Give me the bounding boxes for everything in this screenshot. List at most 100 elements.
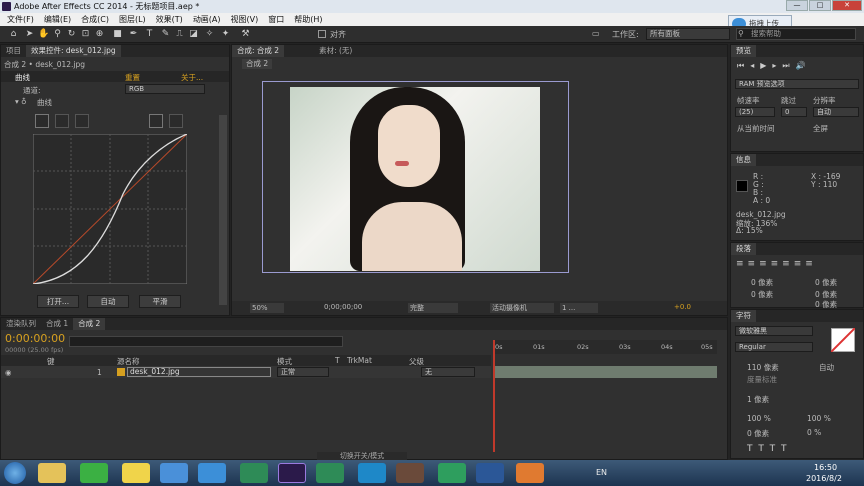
font-style-select[interactable]: Regular: [735, 342, 813, 352]
pin-tool-icon[interactable]: ⚒: [240, 29, 251, 40]
stroke-width[interactable]: 1 像素: [747, 394, 769, 405]
quality-select[interactable]: 完整: [408, 303, 458, 313]
menu-layer[interactable]: 图层(L): [114, 14, 151, 25]
tab-render-queue[interactable]: 渲染队列: [1, 318, 41, 330]
visibility-eye-icon[interactable]: ◉: [5, 368, 12, 377]
tab-composition[interactable]: 合成: 合成 2: [232, 45, 285, 57]
home-icon[interactable]: ⌂: [8, 29, 19, 40]
layer-name[interactable]: desk_012.jpg: [127, 367, 271, 377]
about-link[interactable]: 关于...: [181, 72, 203, 83]
camtasia-icon[interactable]: [240, 463, 268, 483]
framerate-select[interactable]: (25): [735, 107, 775, 117]
open-button[interactable]: 打开...: [37, 295, 79, 308]
font-select[interactable]: 微软雅黑: [735, 326, 813, 336]
zoom-select[interactable]: 50%: [250, 303, 284, 313]
qq-icon[interactable]: [122, 463, 150, 483]
indent-left[interactable]: 0 像素: [751, 277, 773, 288]
menu-window[interactable]: 窗口: [263, 14, 289, 25]
zoom-tool-icon[interactable]: ⚲: [52, 29, 63, 40]
ram-preview-select[interactable]: RAM 预览选项: [735, 79, 859, 89]
explorer-icon[interactable]: [38, 463, 66, 483]
close-button[interactable]: ✕: [832, 0, 862, 11]
menu-file[interactable]: 文件(F): [2, 14, 39, 25]
bezier-curve-icon[interactable]: [149, 114, 163, 128]
layer-parent-select[interactable]: 无: [421, 367, 475, 377]
menu-edit[interactable]: 编辑(E): [39, 14, 76, 25]
baidu-cloud-icon[interactable]: [198, 463, 226, 483]
tab-project[interactable]: 项目: [1, 45, 26, 57]
monitor-icon[interactable]: ▭: [592, 29, 600, 38]
word-icon[interactable]: [476, 463, 504, 483]
layer-duration-bar[interactable]: [493, 366, 717, 378]
tab-footage[interactable]: 素材: (无): [314, 45, 357, 57]
camera-tool-icon[interactable]: ⊡: [80, 29, 91, 40]
fullscreen-checkbox[interactable]: 全屏: [813, 123, 828, 134]
leading[interactable]: 自动: [819, 362, 834, 373]
hand-tool-icon[interactable]: ✋: [38, 29, 49, 40]
indent-right[interactable]: 0 像素: [815, 277, 837, 288]
vertical-scale[interactable]: 100 %: [747, 414, 771, 423]
tsume[interactable]: 0 %: [807, 428, 821, 437]
maximize-button[interactable]: □: [809, 0, 831, 11]
type-tool-icon[interactable]: T: [144, 29, 155, 40]
menu-composition[interactable]: 合成(C): [76, 14, 114, 25]
skip-select[interactable]: 0: [781, 107, 807, 117]
curve-graph[interactable]: [33, 134, 187, 284]
timeline-search-input[interactable]: [69, 336, 343, 347]
puppet-tool-icon[interactable]: ✦: [220, 29, 231, 40]
after-effects-icon[interactable]: [278, 463, 306, 483]
timecode-display[interactable]: 0;00;00;00: [324, 303, 362, 311]
playhead[interactable]: [493, 340, 495, 452]
tab-comp-1[interactable]: 合成 1: [41, 318, 73, 330]
fx-name[interactable]: 曲线: [15, 72, 30, 83]
from-current-checkbox[interactable]: 从当前时间: [737, 123, 775, 134]
layer-mode-select[interactable]: 正常: [277, 367, 329, 377]
brush-tool-icon[interactable]: ✎: [160, 29, 171, 40]
font-size[interactable]: 110 像素: [747, 362, 779, 373]
curve-size-small-icon[interactable]: [35, 114, 49, 128]
layer-row[interactable]: ◉ 1 desk_012.jpg 正常 无: [1, 366, 491, 378]
auto-button[interactable]: 自动: [87, 295, 129, 308]
tab-comp-2[interactable]: 合成 2: [73, 318, 106, 330]
camera-select[interactable]: 活动摄像机: [490, 303, 554, 313]
playback-controls[interactable]: ⏮◂▶▸⏭🔊: [737, 61, 812, 71]
tab-effect-controls[interactable]: 效果控件: desk_012.jpg: [26, 45, 121, 57]
pen-tool-icon[interactable]: ✒: [128, 29, 139, 40]
start-button[interactable]: [4, 462, 26, 484]
selection-tool-icon[interactable]: ➤: [24, 29, 35, 40]
align-buttons[interactable]: ≡≡≡≡≡≡≡: [736, 259, 817, 269]
horizontal-scale[interactable]: 100 %: [807, 414, 831, 423]
photo-viewer-icon[interactable]: [396, 463, 424, 483]
text-style-buttons[interactable]: TTTT: [747, 444, 793, 454]
channel-select[interactable]: RGB: [125, 84, 205, 94]
menu-view[interactable]: 视图(V): [226, 14, 264, 25]
language-indicator[interactable]: EN: [596, 468, 607, 477]
screenshot-icon[interactable]: [516, 463, 544, 483]
360-icon[interactable]: [80, 463, 108, 483]
align-checkbox[interactable]: [318, 30, 326, 38]
curve-size-large-icon[interactable]: [75, 114, 89, 128]
kugou-icon[interactable]: [358, 463, 386, 483]
exposure-value[interactable]: +0.0: [674, 303, 691, 311]
menu-help[interactable]: 帮助(H): [289, 14, 327, 25]
search-help-input[interactable]: 搜索帮助: [736, 28, 856, 40]
app-c-icon[interactable]: [438, 463, 466, 483]
resolution-select[interactable]: 自动: [813, 107, 859, 117]
comp-subtab[interactable]: 合成 2: [242, 59, 273, 69]
rotate-tool-icon[interactable]: ↻: [66, 29, 77, 40]
clone-tool-icon[interactable]: ⎍: [174, 29, 185, 40]
curve-toggle-icon[interactable]: ▾ ♁: [15, 97, 27, 106]
kerning[interactable]: 度量标准: [747, 374, 777, 385]
curve-size-medium-icon[interactable]: [55, 114, 69, 128]
minimize-button[interactable]: —: [786, 0, 808, 11]
eraser-tool-icon[interactable]: ◪: [188, 29, 199, 40]
baseline-shift[interactable]: 0 像素: [747, 428, 769, 439]
pencil-icon[interactable]: [169, 114, 183, 128]
smooth-button[interactable]: 平滑: [139, 295, 181, 308]
indent-first[interactable]: 0 像素: [751, 289, 773, 300]
shape-tool-icon[interactable]: ■: [112, 29, 123, 40]
timeline-timecode[interactable]: 0:00:00:00: [5, 332, 65, 345]
feiq-icon[interactable]: [160, 463, 188, 483]
camtasia2-icon[interactable]: [316, 463, 344, 483]
menu-effect[interactable]: 效果(T): [151, 14, 188, 25]
